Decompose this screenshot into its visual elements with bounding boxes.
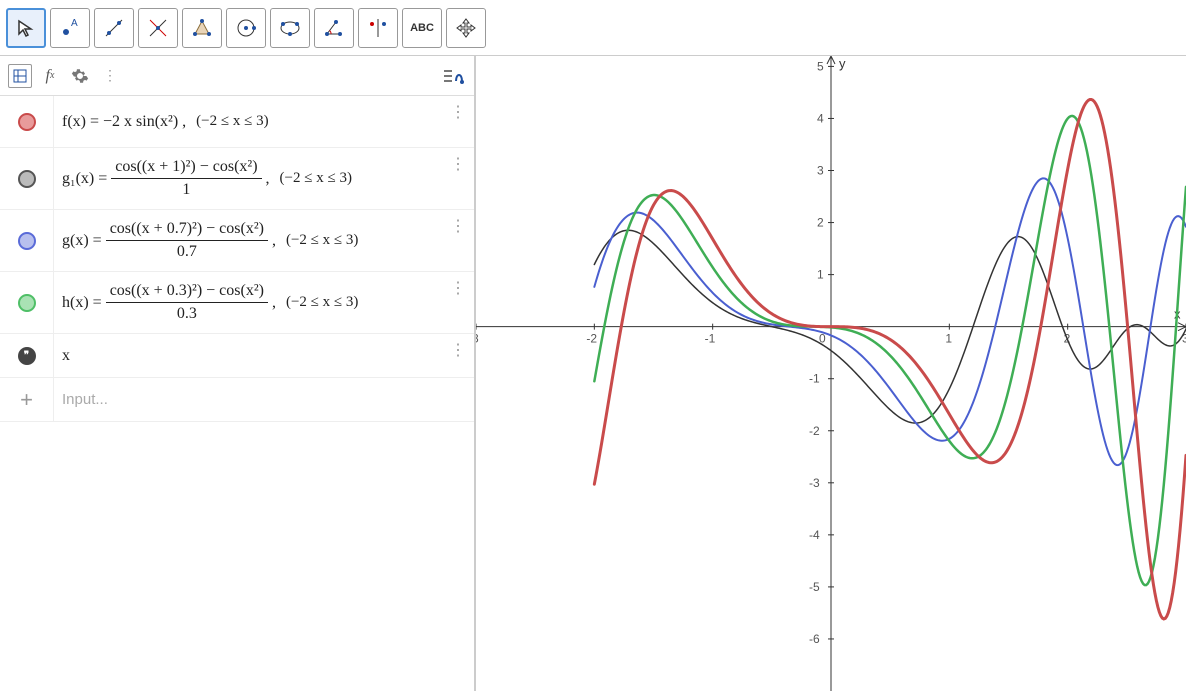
row-menu-icon[interactable]: ⋮	[450, 102, 464, 122]
row-menu-icon[interactable]: ⋮	[450, 278, 464, 298]
expr-den: 0.3	[173, 303, 201, 323]
expr-lhs: f(x) =	[62, 113, 103, 130]
algebra-row-h[interactable]: h(x) = cos((x + 0.3)²) − cos(x²)0.3 , (−…	[0, 272, 474, 334]
algebra-view: fx ⋮ f(x) = −2 x sin(x²) , (−2 ≤ x ≤ 3) …	[0, 56, 476, 691]
svg-text:-5: -5	[809, 580, 820, 594]
svg-text:-6: -6	[809, 632, 820, 646]
expr-lhs: h(x) =	[62, 294, 102, 312]
visibility-toggle-f[interactable]	[0, 96, 54, 147]
tool-move[interactable]	[6, 8, 46, 48]
algebra-row-g[interactable]: g(x) = cos((x + 0.7)²) − cos(x²)0.7 , (−…	[0, 210, 474, 272]
expr-den: 0.7	[173, 241, 201, 261]
tool-conic[interactable]	[270, 8, 310, 48]
svg-text:A: A	[71, 18, 78, 29]
algebra-list: f(x) = −2 x sin(x²) , (−2 ≤ x ≤ 3) ⋮ g₁(…	[0, 96, 474, 691]
svg-text:1: 1	[817, 268, 824, 282]
tree-view-icon[interactable]	[8, 64, 32, 88]
toolbar: A ABC	[0, 0, 1186, 56]
tool-move-view[interactable]	[446, 8, 486, 48]
svg-text:3: 3	[817, 164, 824, 178]
gear-icon[interactable]	[68, 64, 92, 88]
svg-text:y: y	[839, 56, 846, 71]
expr-lhs: g(x) =	[62, 232, 102, 250]
expr-body: −2 x sin(x²)	[103, 113, 178, 130]
svg-text:-3: -3	[476, 332, 479, 346]
svg-text:-1: -1	[705, 332, 716, 346]
visibility-toggle-g[interactable]	[0, 210, 54, 271]
expr-cond: (−2 ≤ x ≤ 3)	[280, 170, 352, 187]
tool-point[interactable]: A	[50, 8, 90, 48]
visibility-toggle-h[interactable]	[0, 272, 54, 333]
expr-num: cos((x + 1)²) − cos(x²)	[111, 158, 261, 179]
visibility-toggle-text[interactable]: ❞	[0, 334, 54, 377]
plot-canvas[interactable]: xy-3-2-1123-6-5-4-3-2-1123450	[476, 56, 1186, 691]
expr-cond: (−2 ≤ x ≤ 3)	[286, 294, 358, 311]
algebra-row-g1[interactable]: g₁(x) = cos((x + 1)²) − cos(x²)1 , (−2 ≤…	[0, 148, 474, 210]
expr-lhs: g₁(x) =	[62, 170, 107, 188]
add-object-button[interactable]: +	[0, 378, 54, 421]
sort-icon[interactable]	[442, 64, 466, 88]
algebra-row-f[interactable]: f(x) = −2 x sin(x²) , (−2 ≤ x ≤ 3) ⋮	[0, 96, 474, 148]
expr-num: cos((x + 0.7)²) − cos(x²)	[106, 220, 268, 241]
visibility-toggle-g1[interactable]	[0, 148, 54, 209]
row-menu-icon[interactable]: ⋮	[450, 216, 464, 236]
svg-text:-2: -2	[586, 332, 597, 346]
expr-cond: (−2 ≤ x ≤ 3)	[196, 113, 268, 130]
graphics-view[interactable]: xy-3-2-1123-6-5-4-3-2-1123450	[476, 56, 1186, 691]
algebra-input-row[interactable]: + Input...	[0, 378, 474, 422]
tool-text[interactable]: ABC	[402, 8, 442, 48]
svg-text:5: 5	[817, 59, 824, 73]
header-kebab-icon[interactable]: ⋮	[98, 64, 122, 88]
algebra-row-text[interactable]: ❞ x ⋮	[0, 334, 474, 378]
svg-text:2: 2	[817, 216, 824, 230]
tool-reflect[interactable]	[358, 8, 398, 48]
expr-den: 1	[178, 179, 194, 199]
svg-text:-4: -4	[809, 528, 820, 542]
fx-icon[interactable]: fx	[38, 64, 62, 88]
svg-text:1: 1	[945, 332, 952, 346]
svg-text:-1: -1	[809, 372, 820, 386]
tool-perpendicular[interactable]	[138, 8, 178, 48]
row-menu-icon[interactable]: ⋮	[450, 154, 464, 174]
expr-num: cos((x + 0.3)²) − cos(x²)	[106, 282, 268, 303]
tool-line[interactable]	[94, 8, 134, 48]
input-placeholder[interactable]: Input...	[62, 391, 108, 408]
row-menu-icon[interactable]: ⋮	[450, 340, 464, 360]
expr-cond: (−2 ≤ x ≤ 3)	[286, 232, 358, 249]
tool-polygon[interactable]	[182, 8, 222, 48]
algebra-header: fx ⋮	[0, 56, 474, 96]
quote-icon: ❞	[18, 347, 36, 365]
tool-circle[interactable]	[226, 8, 266, 48]
plus-icon: +	[20, 387, 33, 413]
svg-text:4: 4	[817, 111, 824, 125]
tool-angle[interactable]	[314, 8, 354, 48]
expr-text: x	[62, 347, 70, 365]
svg-text:-3: -3	[809, 476, 820, 490]
svg-text:-2: -2	[809, 424, 820, 438]
